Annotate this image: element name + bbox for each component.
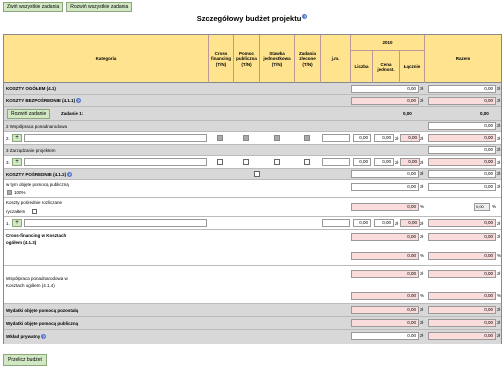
jm-input[interactable] bbox=[322, 134, 350, 142]
row-zadanie-1: Rozwiń zadanie Zadanie 1: 0,00 0,00 bbox=[4, 107, 501, 121]
help-icon[interactable]: ? bbox=[76, 98, 82, 103]
col-lacznie: Łącznie bbox=[400, 51, 425, 83]
zadania-checkbox[interactable] bbox=[304, 159, 310, 165]
cena-input[interactable]: 0,00 bbox=[374, 158, 394, 166]
row-koszty-posrednie: KOSZTY POŚREDNIE (4.1.2)? 0,00 zł 0,00 z… bbox=[4, 169, 501, 180]
jm-input[interactable] bbox=[322, 158, 350, 166]
help-icon[interactable]: ? bbox=[67, 172, 73, 177]
col-zadania: Zadania zlecone (T/N) bbox=[295, 35, 321, 83]
table-header: Kategoria Cross financing (T/N) Pomoc pu… bbox=[4, 35, 501, 83]
collapse-all-button[interactable]: Zwiń wszystkie zadania bbox=[3, 2, 64, 12]
expand-task-button[interactable]: Rozwiń zadanie bbox=[7, 109, 51, 119]
cena-input[interactable]: 0,00 bbox=[374, 219, 394, 227]
liczba-input[interactable]: 0,00 bbox=[353, 158, 371, 166]
wklad-input-2010[interactable]: 0,00 bbox=[351, 332, 419, 340]
row-rozliczane-ryczaltem: Koszty pośrednie rozliczane ryczałtem 0,… bbox=[4, 198, 501, 217]
row-wspolpraca-ogolem: Współpraca ponadnarodowa w Kosztach ogół… bbox=[4, 266, 501, 304]
value-ogolem-2010: 0,00 bbox=[351, 85, 419, 93]
stawka-checkbox bbox=[274, 135, 280, 141]
item-name-input[interactable] bbox=[24, 158, 207, 166]
col-razem: Razem bbox=[455, 56, 471, 62]
col-stawka: Stawka jednostkowa (T/N) bbox=[260, 35, 295, 83]
pomoc-checkbox[interactable] bbox=[243, 159, 249, 165]
value-bezposrednie-razem: 0,00 bbox=[428, 97, 496, 105]
label-koszty-bezposrednie: KOSZTY BEZPOŚREDNIE (4.1.1) bbox=[6, 98, 76, 103]
jm-input[interactable] bbox=[322, 219, 350, 227]
row-koszty-bezposrednie: KOSZTY BEZPOŚREDNIE (4.1.1)? 0,00 zł 0,0… bbox=[4, 95, 501, 107]
pomoc-checkbox bbox=[243, 135, 249, 141]
pct100-checkbox bbox=[7, 190, 12, 195]
col-jm: j.m. bbox=[321, 35, 351, 83]
label-koszty-posrednie: KOSZTY POŚREDNIE (4.1.2) bbox=[6, 172, 67, 177]
row-cross-financing: Cross-financing w Kosztach ogółem (4.1.3… bbox=[4, 230, 501, 266]
col-year: 2010 bbox=[351, 35, 425, 51]
help-icon[interactable]: ? bbox=[302, 14, 308, 19]
row-wklad-prywatny: Wkład prywatny? 0,00 zł 0,00 zł bbox=[4, 330, 501, 344]
percent-select[interactable]: 0,00 bbox=[474, 203, 490, 211]
row-posrednie-item: 1. + 0,00 0,00 zł 0,00 zł 0,00 zł bbox=[4, 217, 501, 230]
label-zarzadzanie: 3 Zarządzanie projektem bbox=[6, 148, 56, 153]
add-item-button[interactable]: + bbox=[12, 219, 22, 227]
label-zadanie-1: Zadanie 1: bbox=[61, 111, 84, 116]
liczba-input[interactable]: 0,00 bbox=[353, 134, 371, 142]
label-koszty-ogolem: KOSZTY OGÓŁEM (4.1) bbox=[6, 86, 56, 91]
label-wspolpraca: 2 Współpraca ponadnarodowa bbox=[6, 124, 68, 129]
item-name-input[interactable] bbox=[24, 219, 207, 227]
cena-input[interactable]: 0,00 bbox=[374, 134, 394, 142]
row-koszty-ogolem: KOSZTY OGÓŁEM (4.1) 0,00 zł 0,00 zł bbox=[4, 83, 501, 95]
row-wydatki-publiczna: Wydatki objęte pomocą publiczną 0,00 zł … bbox=[4, 317, 501, 330]
item-name-input[interactable] bbox=[24, 134, 207, 142]
cross-checkbox bbox=[217, 135, 223, 141]
posrednie-pomoc-checkbox[interactable] bbox=[254, 171, 260, 177]
recalculate-button[interactable]: Przelicz budżet bbox=[3, 354, 47, 366]
label-wklad: Wkład prywatny bbox=[6, 334, 41, 339]
stawka-checkbox[interactable] bbox=[274, 159, 280, 165]
value-bezposrednie-2010: 0,00 bbox=[351, 97, 419, 105]
expand-all-button[interactable]: Rozwiń wszystkie zadania bbox=[66, 2, 133, 12]
col-cross: Cross financing (T/N) bbox=[209, 35, 234, 83]
row-wydatki-pozostala: Wydatki objęte pomocą pozostałą 0,00 zł … bbox=[4, 304, 501, 317]
row-wspolpraca-item: 2. + 0,00 0,00 zł 0,00 zł 0,00 zł bbox=[4, 132, 501, 145]
add-item-button[interactable]: + bbox=[12, 134, 22, 142]
row-pomoc-publiczna: w tym objęte pomocą publiczną 100% 0,00 … bbox=[4, 180, 501, 198]
cross-checkbox[interactable] bbox=[217, 159, 223, 165]
row-zarzadzanie-item: 3. + 0,00 0,00 zł 0,00 zł 0,00 zł bbox=[4, 156, 501, 169]
row-zarzadzanie-header: 3 Zarządzanie projektem 0,00 zł bbox=[4, 145, 501, 156]
ryczalt-checkbox[interactable] bbox=[32, 209, 37, 214]
page-title: Szczegółowy budżet projektu? bbox=[196, 14, 308, 23]
add-item-button[interactable]: + bbox=[12, 158, 22, 166]
row-wspolpraca-header: 2 Współpraca ponadnarodowa 0,00 zł bbox=[4, 121, 501, 132]
budget-table: Kategoria Cross financing (T/N) Pomoc pu… bbox=[3, 34, 502, 344]
zadania-checkbox bbox=[304, 135, 310, 141]
label-pomoc-publ: w tym objęte pomocą publiczną bbox=[6, 182, 69, 187]
col-pomoc: Pomoc publiczna (T/N) bbox=[234, 35, 260, 83]
col-kategoria: Kategoria bbox=[4, 35, 209, 83]
col-cena: Cena jednost. bbox=[373, 51, 400, 83]
help-icon[interactable]: ? bbox=[41, 334, 47, 339]
value-ogolem-razem: 0,00 bbox=[428, 85, 496, 93]
col-liczba: Liczba bbox=[351, 51, 373, 83]
liczba-input[interactable]: 0,00 bbox=[353, 219, 371, 227]
